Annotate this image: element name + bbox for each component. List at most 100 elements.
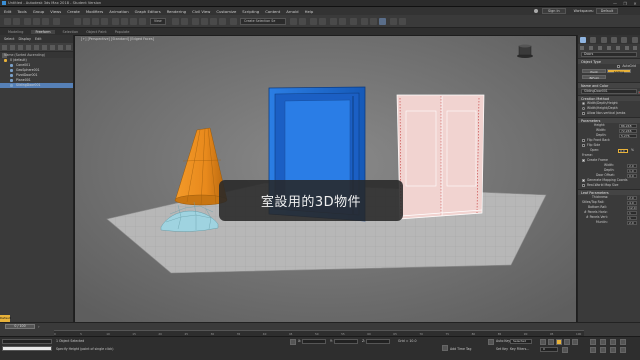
align-icon[interactable] bbox=[299, 18, 306, 25]
bottom-rail-spinner[interactable]: 12.0 bbox=[627, 205, 637, 210]
set-key-button[interactable]: Set Key bbox=[496, 347, 508, 351]
rollout-name-color[interactable]: Name and Color bbox=[578, 82, 640, 88]
explorer-tab-display[interactable]: Display bbox=[18, 37, 31, 41]
spacewarps-category-icon[interactable] bbox=[624, 45, 629, 50]
key-filters-button[interactable]: Key Filters... bbox=[510, 347, 529, 351]
muntin-spinner[interactable]: 2.0 bbox=[627, 220, 637, 225]
ribbon-tab-freeform[interactable]: Freeform bbox=[31, 29, 55, 34]
menu-civil-view[interactable]: Civil View bbox=[192, 9, 210, 14]
set-key-mode-icon[interactable] bbox=[488, 339, 494, 345]
reference-coordinate-dropdown[interactable]: View bbox=[150, 18, 166, 25]
viewcube-icon[interactable] bbox=[517, 44, 533, 59]
workspace-dropdown[interactable]: Default bbox=[595, 8, 619, 14]
current-frame-field[interactable]: 0 bbox=[540, 347, 558, 352]
sign-in-button[interactable]: Sign In bbox=[542, 8, 566, 14]
maxscript-listener[interactable] bbox=[2, 339, 52, 344]
explorer-tab-select[interactable]: Select bbox=[4, 37, 14, 41]
select-manipulate-icon[interactable] bbox=[181, 18, 188, 25]
autogrid-checkbox[interactable] bbox=[617, 64, 621, 68]
bifold-button[interactable]: BiFold bbox=[582, 75, 606, 80]
play-icon[interactable] bbox=[556, 339, 562, 345]
menu-modifiers[interactable]: Modifiers bbox=[86, 9, 103, 14]
ribbon-tab-modeling[interactable]: Modeling bbox=[8, 30, 23, 34]
filter-lights-icon[interactable] bbox=[18, 45, 23, 50]
ribbon-tab-selection[interactable]: Selection bbox=[63, 30, 79, 34]
bind-space-warp-icon[interactable] bbox=[42, 18, 49, 25]
filter-xrefs-icon[interactable] bbox=[58, 45, 63, 50]
modify-tab-icon[interactable] bbox=[590, 36, 597, 43]
hierarchy-tab-icon[interactable] bbox=[600, 36, 607, 43]
previous-frame-icon[interactable] bbox=[548, 339, 554, 345]
time-tag-icon[interactable] bbox=[442, 345, 448, 351]
menu-customize[interactable]: Customize bbox=[216, 9, 236, 14]
redo-icon[interactable] bbox=[13, 18, 20, 25]
select-by-name-icon[interactable] bbox=[83, 18, 90, 25]
non-vertical-checkbox[interactable] bbox=[582, 111, 585, 115]
user-icon[interactable] bbox=[534, 9, 538, 13]
minimize-button[interactable]: — bbox=[610, 0, 620, 7]
motion-tab-icon[interactable] bbox=[611, 36, 618, 43]
field-of-view-icon[interactable] bbox=[590, 347, 596, 353]
menu-arnold[interactable]: Arnold bbox=[286, 9, 298, 14]
explorer-tab-edit[interactable]: Edit bbox=[35, 37, 42, 41]
flip-side-checkbox[interactable] bbox=[582, 143, 585, 147]
perspective-viewport[interactable] bbox=[75, 36, 576, 322]
placement-icon[interactable] bbox=[139, 18, 146, 25]
z-coordinate-field[interactable] bbox=[366, 339, 390, 344]
filter-bones-icon[interactable] bbox=[66, 45, 71, 50]
named-selection-sets-dropdown[interactable]: Create Selection Se bbox=[240, 18, 286, 25]
orbit-icon[interactable] bbox=[610, 347, 616, 353]
go-to-end-icon[interactable] bbox=[572, 339, 578, 345]
menu-content[interactable]: Content bbox=[265, 9, 280, 14]
render-in-cloud-icon[interactable] bbox=[390, 18, 397, 25]
cameras-category-icon[interactable] bbox=[606, 45, 611, 50]
time-slider-next-icon[interactable]: › bbox=[38, 324, 40, 329]
add-time-tag[interactable]: Add Time Tag bbox=[450, 347, 471, 351]
layer-explorer-icon[interactable] bbox=[310, 18, 317, 25]
material-editor-icon[interactable] bbox=[350, 18, 357, 25]
zoom-all-icon[interactable] bbox=[600, 339, 606, 345]
tree-item-slidingdoor[interactable]: SlidingDoor001 bbox=[0, 83, 73, 88]
zoom-extents-icon[interactable] bbox=[610, 339, 616, 345]
helpers-category-icon[interactable] bbox=[615, 45, 620, 50]
edit-named-selection-icon[interactable] bbox=[230, 18, 237, 25]
radio-wdh[interactable] bbox=[582, 101, 585, 105]
filter-helpers-icon[interactable] bbox=[34, 45, 39, 50]
shapes-category-icon[interactable] bbox=[589, 45, 594, 50]
angle-snap-icon[interactable] bbox=[201, 18, 208, 25]
frame-depth-spinner[interactable]: 1.0 bbox=[627, 168, 637, 173]
utilities-tab-icon[interactable] bbox=[631, 36, 638, 43]
systems-category-icon[interactable] bbox=[633, 45, 638, 50]
menu-edit[interactable]: Edit bbox=[4, 9, 11, 14]
maximize-viewport-icon[interactable] bbox=[620, 347, 626, 353]
menu-animation[interactable]: Animation bbox=[109, 9, 128, 14]
sliding-door-object[interactable] bbox=[396, 94, 485, 220]
frame-width-spinner[interactable]: 2.0 bbox=[627, 163, 637, 168]
selected-dropdown[interactable]: Selected bbox=[510, 339, 532, 344]
panels-horiz-spinner[interactable]: 1 bbox=[627, 210, 637, 215]
filter-groups-icon[interactable] bbox=[50, 45, 55, 50]
pivot-button[interactable]: Pivot bbox=[582, 69, 606, 74]
lock-selection-icon[interactable] bbox=[290, 339, 296, 345]
panels-vert-spinner[interactable]: 1 bbox=[627, 215, 637, 220]
window-crossing-icon[interactable] bbox=[101, 18, 108, 25]
filter-spacewarps-icon[interactable] bbox=[42, 45, 47, 50]
curve-editor-icon[interactable] bbox=[330, 18, 337, 25]
filter-geometry-icon[interactable] bbox=[2, 45, 7, 50]
ribbon-tab-object-paint[interactable]: Object Paint bbox=[86, 30, 107, 34]
zoom-extents-all-icon[interactable] bbox=[620, 339, 626, 345]
thickness-spinner[interactable]: 2.0 bbox=[627, 195, 637, 200]
percent-snap-icon[interactable] bbox=[210, 18, 217, 25]
filter-shapes-icon[interactable] bbox=[10, 45, 15, 50]
move-icon[interactable] bbox=[112, 18, 119, 25]
menu-group[interactable]: Group bbox=[33, 9, 45, 14]
ribbon-tab-populate[interactable]: Populate bbox=[115, 30, 130, 34]
sliding-button[interactable]: Sliding bbox=[606, 69, 631, 74]
non-vertical-row[interactable]: Allow Non-vertical Jambs bbox=[578, 111, 640, 116]
select-object-icon[interactable] bbox=[74, 18, 81, 25]
stiles-spinner[interactable]: 4.0 bbox=[627, 200, 637, 205]
open-spinner[interactable]: 0.0 bbox=[618, 148, 628, 153]
ribbon-toggle-icon[interactable] bbox=[319, 18, 326, 25]
object-category-dropdown[interactable]: Doors bbox=[581, 52, 637, 57]
width-spinner[interactable]: 72.246 bbox=[619, 128, 637, 133]
